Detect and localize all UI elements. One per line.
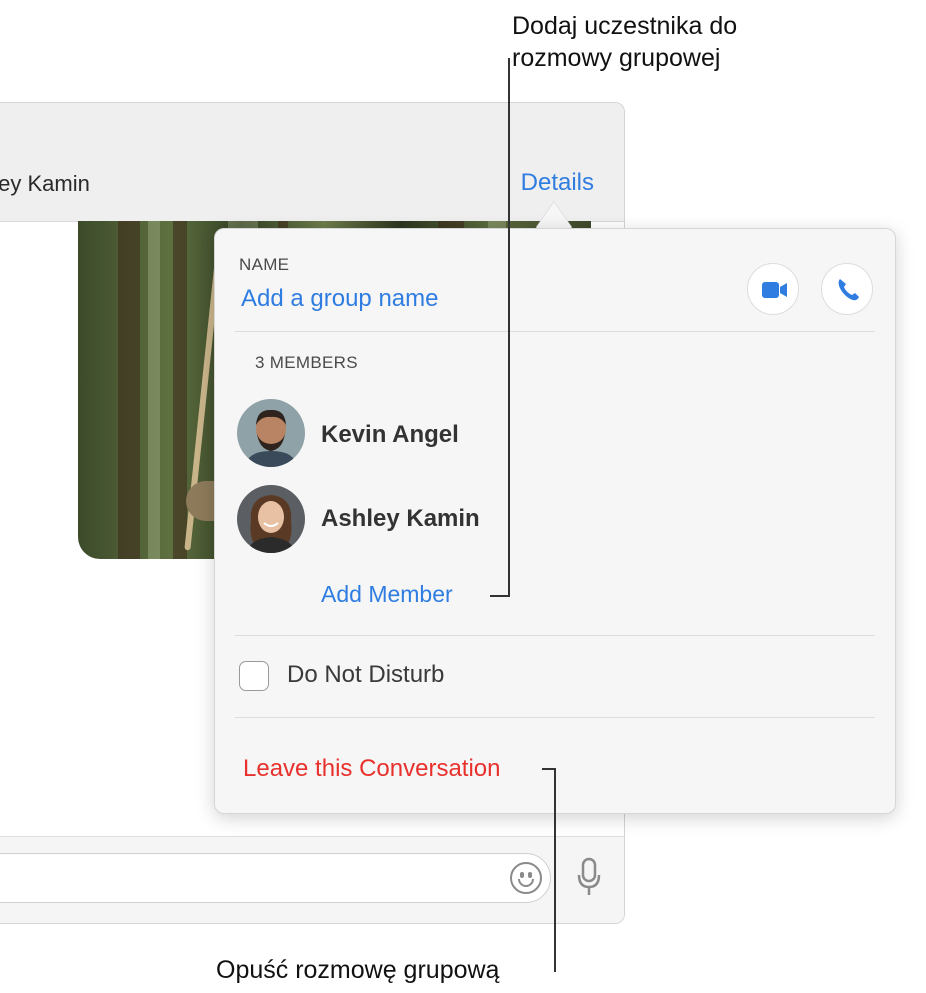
divider	[235, 331, 875, 332]
members-section-label: 3 MEMBERS	[255, 353, 358, 372]
audio-call-button[interactable]	[821, 263, 873, 315]
do-not-disturb-label: Do Not Disturb	[287, 661, 445, 688]
callout-line-1: Dodaj uczestnika do	[512, 12, 738, 40]
avatar	[237, 399, 305, 467]
callout-leader-line	[490, 595, 510, 597]
divider	[235, 635, 875, 636]
video-camera-icon	[762, 282, 787, 298]
divider	[235, 717, 875, 718]
callout-leader-line	[554, 768, 556, 972]
phone-icon	[838, 279, 859, 301]
leave-conversation-button[interactable]: Leave this Conversation	[243, 755, 500, 783]
member-name: Ashley Kamin	[321, 505, 480, 532]
member-name: Kevin Angel	[321, 421, 459, 448]
popover-arrow	[536, 202, 572, 228]
conversation-header: hley Kamin Details	[0, 103, 624, 222]
name-section-label: NAME	[239, 255, 290, 274]
recipient-name: hley Kamin	[0, 171, 90, 196]
microphone-icon[interactable]	[577, 857, 601, 897]
message-input[interactable]	[0, 853, 551, 903]
details-button[interactable]: Details	[521, 169, 594, 197]
do-not-disturb-checkbox[interactable]	[239, 661, 269, 691]
callout-leave: Opuść rozmowę grupową	[216, 956, 500, 984]
add-member-button[interactable]: Add Member	[321, 581, 453, 608]
callout-leader-line	[508, 58, 510, 596]
details-popover: NAME Add a group name 3 MEMBERS Kevin An…	[214, 228, 896, 814]
group-name-field[interactable]: Add a group name	[241, 285, 438, 313]
callout-add-member: Dodaj uczestnika do rozmowy grupowej	[512, 10, 737, 74]
video-call-button[interactable]	[747, 263, 799, 315]
avatar	[237, 485, 305, 553]
callout-line-2: rozmowy grupowej	[512, 44, 721, 72]
emoji-icon[interactable]	[510, 862, 542, 894]
compose-bar	[0, 836, 624, 923]
